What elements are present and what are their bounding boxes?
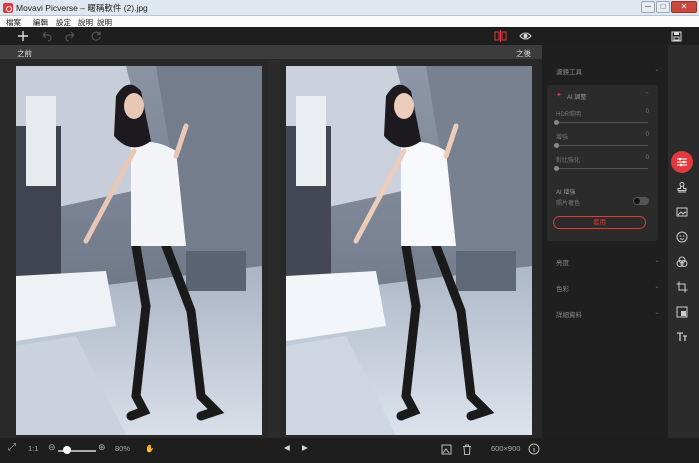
crop-icon[interactable] xyxy=(671,276,693,298)
chevron-down-icon[interactable]: ⌄ xyxy=(654,282,660,290)
minimize-button[interactable]: ─ xyxy=(641,1,655,13)
reset-icon[interactable] xyxy=(88,28,104,44)
section-brightness[interactable]: 亮度 xyxy=(556,257,569,267)
colorize-label: 照片著色 xyxy=(556,201,581,207)
chevron-up-icon[interactable]: ⌃ xyxy=(644,91,650,99)
chevron-down-icon[interactable]: ⌄ xyxy=(654,256,660,264)
face-icon[interactable] xyxy=(671,226,693,248)
slider-enhance-label: 增強 xyxy=(556,135,569,141)
before-photo xyxy=(16,66,262,435)
trash-icon[interactable] xyxy=(462,444,472,457)
image-dimensions: 600×900 xyxy=(491,444,521,453)
after-photo xyxy=(286,66,532,435)
text-icon[interactable] xyxy=(671,326,693,348)
tool-strip xyxy=(668,45,699,438)
zoom-out-icon[interactable]: ⊖ xyxy=(48,442,56,453)
stamp-icon[interactable] xyxy=(671,176,693,198)
hand-icon[interactable]: ✋ xyxy=(145,444,154,453)
chevron-down-icon[interactable]: ⌄ xyxy=(654,65,660,73)
menu-bar: 檔案 編輯 設定 說明 說明 xyxy=(0,16,699,27)
close-button[interactable]: ✕ xyxy=(671,1,697,13)
next-image-button[interactable]: ▶ xyxy=(302,443,308,452)
before-label: 之前 xyxy=(17,49,32,58)
app-logo-icon xyxy=(3,3,13,13)
compare-labels-bar: 之前 之後 xyxy=(0,45,542,59)
zoom-slider-knob[interactable] xyxy=(63,446,71,454)
info-icon[interactable] xyxy=(528,443,540,457)
split-divider[interactable] xyxy=(268,60,280,438)
ai-adjust-title: AI 調整 xyxy=(567,95,587,101)
adjust-sliders-icon[interactable] xyxy=(671,151,693,173)
maximize-button[interactable]: □ xyxy=(656,1,670,13)
gallery-icon[interactable] xyxy=(441,444,452,457)
slider-hdr-label: HDR照明 xyxy=(556,112,581,118)
section-color[interactable]: 色彩 xyxy=(556,283,569,293)
slider-contrast-track[interactable] xyxy=(556,168,648,169)
section-details[interactable]: 詳細資料 xyxy=(556,309,582,319)
image-icon[interactable] xyxy=(671,201,693,223)
ai-icon: ✦ xyxy=(556,92,562,99)
zoom-1-1-button[interactable]: 1:1 xyxy=(28,444,38,453)
adjustments-panel: 濾鏡工具 ⌄ ✦ AI 調整 ⌃ HDR照明 0 增強 0 對比強化 0 AI … xyxy=(542,45,668,438)
eye-icon[interactable] xyxy=(517,28,533,44)
slider-enhance-track[interactable] xyxy=(556,145,648,146)
color-circles-icon[interactable] xyxy=(671,251,693,273)
plus-icon[interactable] xyxy=(15,28,31,44)
resize-icon[interactable] xyxy=(671,301,693,323)
save-icon[interactable] xyxy=(668,28,684,44)
apply-button[interactable]: 套用 xyxy=(553,216,646,229)
slider-hdr-value: 0 xyxy=(645,109,649,115)
section-filter-tools[interactable]: 濾鏡工具 xyxy=(556,66,582,76)
slider-hdr-knob[interactable] xyxy=(554,120,559,125)
redo-icon[interactable] xyxy=(63,28,79,44)
prev-image-button[interactable]: ◀ xyxy=(284,443,290,452)
zoom-value: 80% xyxy=(115,444,131,453)
undo-icon[interactable] xyxy=(38,28,54,44)
top-toolbar xyxy=(0,27,699,45)
ai-enhance-label: AI 增強 xyxy=(556,190,576,196)
colorize-toggle[interactable] xyxy=(633,197,649,205)
compare-split-icon[interactable] xyxy=(492,28,508,44)
slider-hdr-track[interactable] xyxy=(556,122,648,123)
title-bar: Movavi Picverse – 暱稱軟件 (2).jpg ─ □ ✕ xyxy=(0,0,699,16)
slider-contrast-knob[interactable] xyxy=(554,166,559,171)
slider-enhance-value: 0 xyxy=(645,132,649,138)
bottom-bar: ⤢ 1:1 ⊖ ⊕ 80% ✋ ◀ ▶ 600×900 xyxy=(0,438,699,463)
zoom-in-icon[interactable]: ⊕ xyxy=(98,442,106,453)
ai-adjust-box: ✦ AI 調整 ⌃ HDR照明 0 增強 0 對比強化 0 AI 增強 照片著色… xyxy=(547,85,658,241)
slider-contrast-label: 對比強化 xyxy=(556,158,581,164)
chevron-down-icon[interactable]: ⌄ xyxy=(654,308,660,316)
slider-enhance-knob[interactable] xyxy=(554,143,559,148)
after-label: 之後 xyxy=(516,49,531,58)
window-title: Movavi Picverse – 暱稱軟件 (2).jpg xyxy=(16,3,148,13)
slider-contrast-value: 0 xyxy=(645,155,649,161)
fit-screen-icon[interactable]: ⤢ xyxy=(8,442,16,453)
